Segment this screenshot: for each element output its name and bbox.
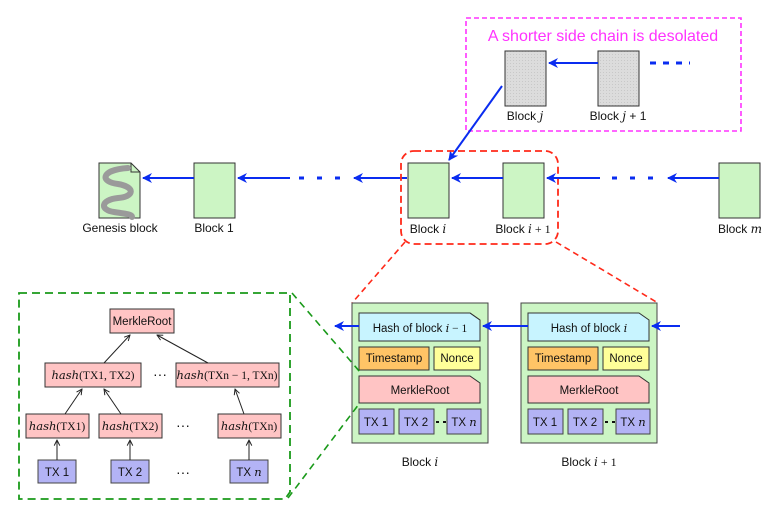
merkle-l1-ellipsis: ··· bbox=[176, 417, 190, 433]
tx2-text: TX 2 bbox=[573, 417, 597, 429]
block-detail-i-plus-1: Hash of block i Timestamp Nonce MerkleRo… bbox=[520, 302, 658, 469]
genesis-block[interactable] bbox=[98, 162, 141, 220]
block-j[interactable] bbox=[504, 50, 547, 107]
block-j-plus-1-label: Block j + 1 bbox=[590, 109, 647, 123]
prev-hash-text: Hash of block i − 1 bbox=[373, 321, 468, 335]
block-i-plus-1-label: Block i + 1 bbox=[495, 222, 550, 236]
main-chain: Genesis block Block 1 Block i Block i + … bbox=[82, 150, 762, 245]
merkle-l1-node-1-text: hash(TX1) bbox=[29, 419, 85, 433]
nonce-text: Nonce bbox=[440, 353, 473, 365]
block-i-plus-1[interactable] bbox=[502, 162, 545, 219]
prev-hash-text: Hash of block i bbox=[551, 321, 628, 335]
merkle-l2-node-2-text: hash(TXn − 1, TXn) bbox=[177, 368, 278, 382]
genesis-block-label: Genesis block bbox=[82, 221, 158, 235]
block-1-label: Block 1 bbox=[194, 221, 234, 235]
merkle-l1-node-3-text: hash(TXn) bbox=[221, 419, 277, 433]
merkle-tree-region: MerkleRoot hash(TX1, TX2) ··· hash(TXn −… bbox=[18, 292, 361, 500]
block-j-label: Block j bbox=[507, 109, 544, 123]
timestamp-text: Timestamp bbox=[535, 353, 591, 365]
merkle-leaf-n-text: TX n bbox=[236, 465, 261, 479]
merkle-root-text: MerkleRoot bbox=[391, 385, 451, 397]
zoom-line-right bbox=[555, 241, 659, 304]
merkle-leaf-2-text: TX 2 bbox=[118, 467, 142, 479]
tx2-text: TX 2 bbox=[404, 417, 428, 429]
merkle-l1-node-2-text: hash(TX2) bbox=[102, 419, 158, 433]
block-m-label: Block m bbox=[718, 222, 762, 236]
tx1-text: TX 1 bbox=[533, 417, 557, 429]
block-i[interactable] bbox=[407, 162, 450, 219]
block-m[interactable] bbox=[718, 162, 761, 219]
merkle-l2-ellipsis: ··· bbox=[153, 366, 167, 382]
zoom-line-left bbox=[351, 241, 406, 304]
merkle-root-text: MerkleRoot bbox=[560, 385, 620, 397]
block-1[interactable] bbox=[193, 162, 236, 219]
merkle-zoom-line-bottom bbox=[287, 403, 360, 499]
block-detail-i-caption: Block i bbox=[402, 455, 439, 469]
arrow-j-to-i bbox=[448, 85, 503, 161]
block-detail-i: Hash of block i − 1 Timestamp Nonce Merk… bbox=[351, 302, 489, 469]
tx1-text: TX 1 bbox=[364, 417, 388, 429]
block-i-label: Block i bbox=[410, 222, 447, 236]
merkle-l2-node-1-text: hash(TX1, TX2) bbox=[52, 368, 135, 382]
side-chain-region: A shorter side chain is desolated Block … bbox=[448, 17, 742, 161]
merkle-zoom-line-top bbox=[291, 292, 361, 373]
block-detail-i1-caption: Block i + 1 bbox=[561, 455, 616, 469]
merkle-leaf-1-text: TX 1 bbox=[45, 467, 69, 479]
blockchain-diagram: A shorter side chain is desolated Block … bbox=[18, 17, 762, 500]
merkle-leaf-ellipsis: ··· bbox=[176, 464, 190, 480]
side-chain-title: A shorter side chain is desolated bbox=[488, 28, 718, 45]
block-j-plus-1[interactable] bbox=[597, 50, 640, 107]
merkle-edges bbox=[57, 335, 249, 460]
nonce-text: Nonce bbox=[609, 353, 642, 365]
merkle-root-node-text: MerkleRoot bbox=[113, 316, 173, 328]
timestamp-text: Timestamp bbox=[366, 353, 422, 365]
txn-text: TX n bbox=[451, 415, 476, 429]
txn-text: TX n bbox=[620, 415, 645, 429]
